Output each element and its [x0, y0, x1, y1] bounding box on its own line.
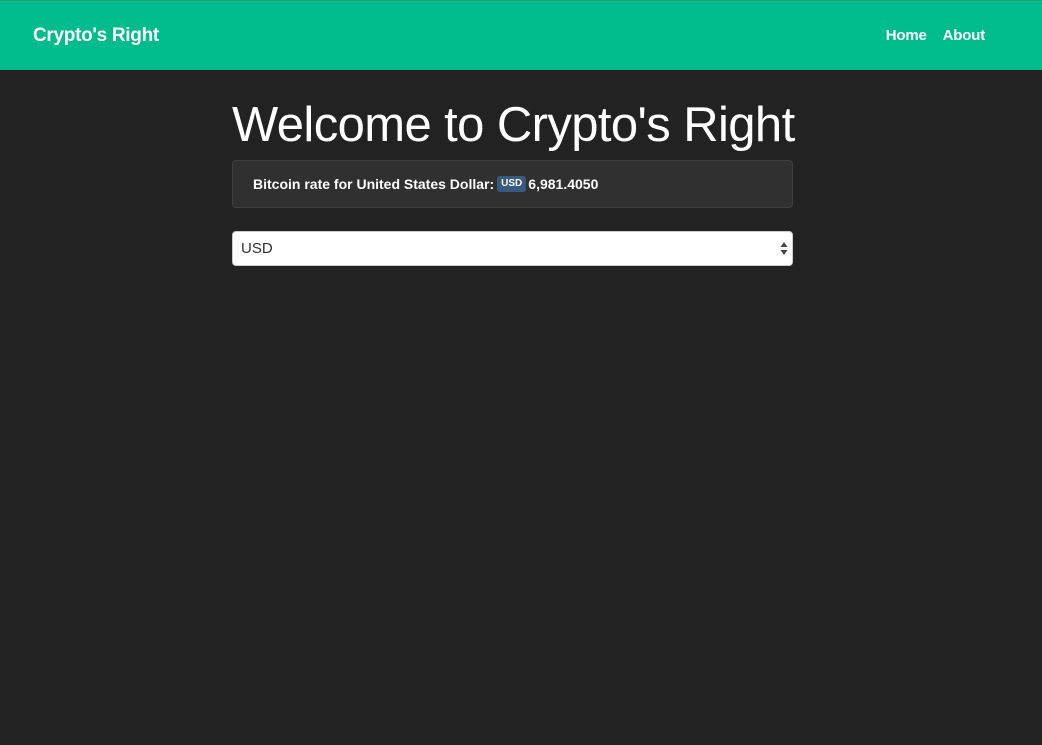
rate-value: 6,981.4050 — [528, 176, 599, 192]
currency-badge: USD — [497, 176, 527, 192]
main-content: Welcome to Crypto's Right Bitcoin rate f… — [232, 92, 795, 266]
page-title: Welcome to Crypto's Right — [232, 98, 795, 152]
top-navbar: Crypto's Right Home About — [0, 0, 1042, 70]
nav-link-about[interactable]: About — [943, 1, 986, 71]
nav-links: Home About — [886, 1, 985, 71]
rate-label: Bitcoin rate for United States Dollar: — [253, 176, 495, 192]
brand-link[interactable]: Crypto's Right — [33, 1, 159, 71]
bitcoin-rate-panel: Bitcoin rate for United States Dollar: U… — [232, 160, 793, 208]
currency-select-value: USD — [241, 240, 273, 257]
nav-link-home[interactable]: Home — [886, 1, 927, 71]
up-down-caret-icon — [780, 242, 788, 255]
currency-select[interactable]: USD — [232, 231, 793, 266]
